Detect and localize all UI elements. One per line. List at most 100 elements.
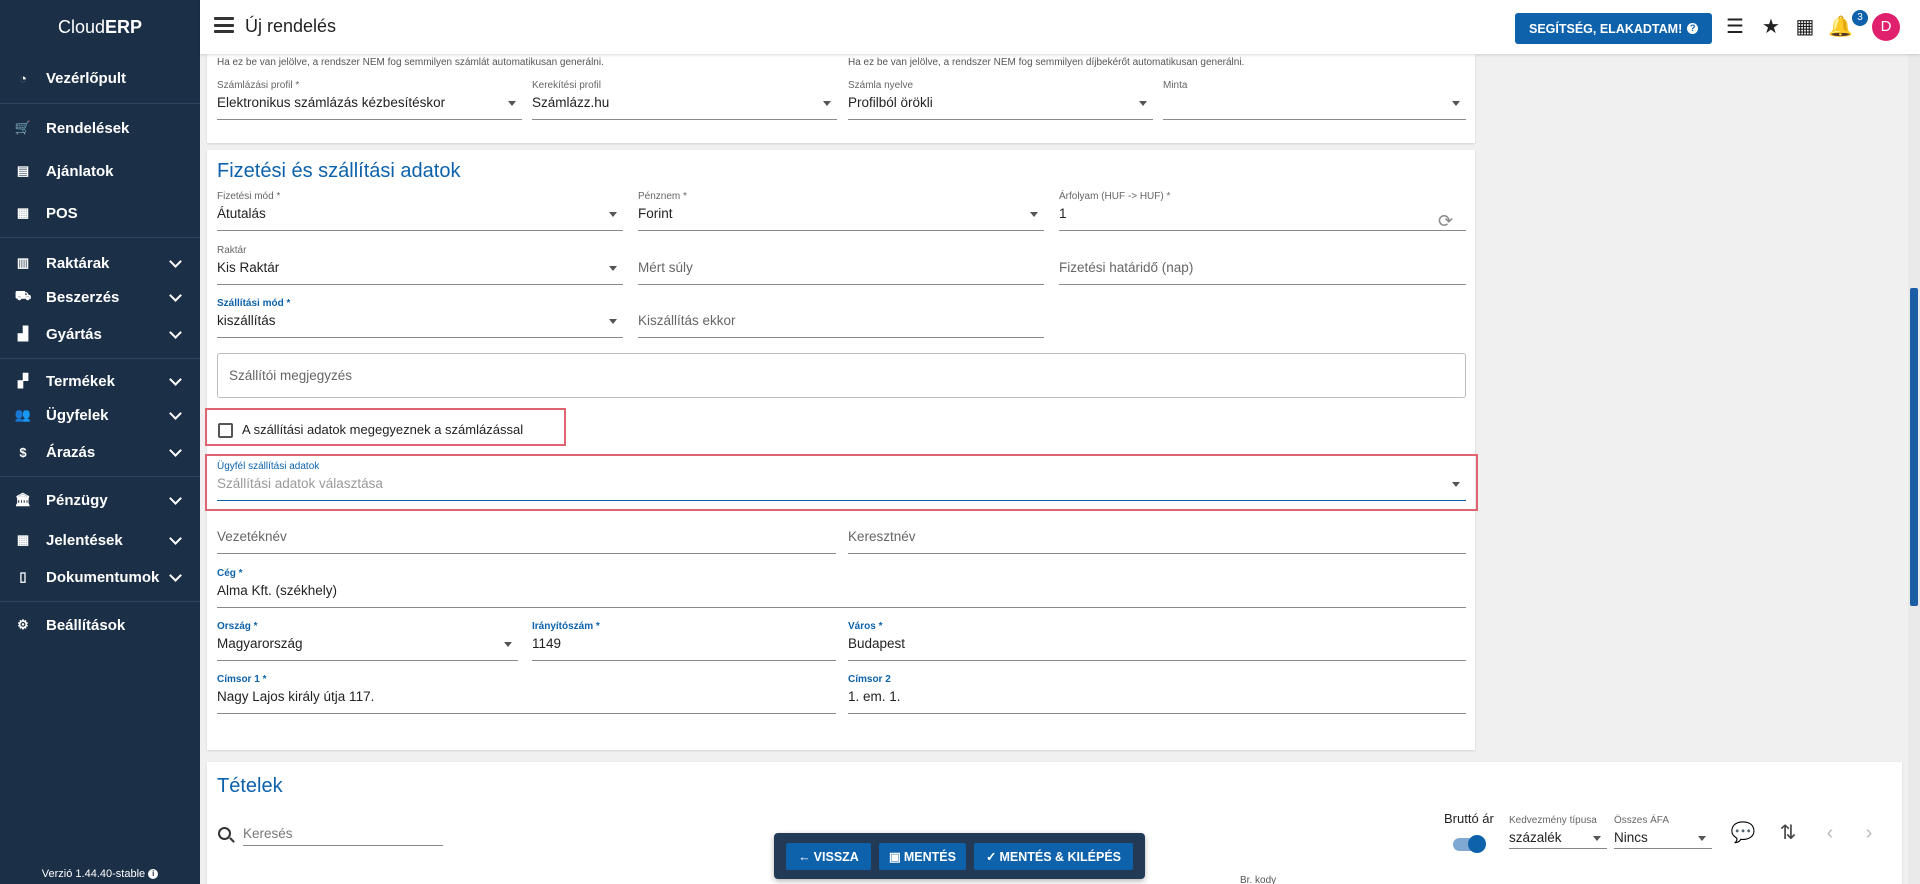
code-column-header: Br. kody (1240, 875, 1277, 884)
info-icon[interactable]: i (148, 869, 159, 880)
chevron-down-icon (169, 407, 182, 420)
dropdown-arrow-icon (609, 266, 617, 271)
currency-select[interactable]: Pénznem * Forint (638, 191, 1044, 231)
dropdown-arrow-icon (1452, 482, 1460, 487)
shipping-date-field[interactable]: Kiszállítás ekkor (638, 298, 1044, 338)
same-as-billing-checkbox[interactable] (218, 423, 233, 438)
billing-profile-select[interactable]: Számlázási profil * Elektronikus számlázá… (217, 80, 522, 120)
section-title-payment: Fizetési és szállítási adatok (217, 160, 461, 182)
rounding-profile-select[interactable]: Kerekítési profil Számlázz.hu (532, 80, 837, 120)
app-logo[interactable]: Cloud ERP (0, 0, 200, 54)
sidebar-item-pricing[interactable]: $ Árazás (0, 436, 200, 468)
star-icon[interactable]: ★ (1760, 16, 1782, 38)
same-as-billing-label: A szállítási adatok megegyeznek a számlá… (242, 422, 524, 437)
users-icon: 👥 (14, 407, 32, 422)
sidebar-item-products[interactable]: ▞ Termékek (0, 365, 200, 397)
pie-chart-icon: ◔ (19, 70, 27, 86)
shipping-note-textarea[interactable]: Szállítói megjegyzés (217, 353, 1466, 398)
chevron-down-icon (169, 373, 182, 386)
company-field[interactable]: Cég * Alma Kft. (székhely) (217, 568, 1466, 608)
city-field[interactable]: Város * Budapest (848, 621, 1466, 661)
question-icon: ? (1687, 23, 1699, 34)
warehouse-select[interactable]: Raktár Kis Raktár (217, 245, 623, 285)
gross-price-label: Bruttó ár (1444, 811, 1494, 826)
document-icon: ▤ (16, 163, 30, 178)
dropdown-arrow-icon (1698, 836, 1706, 841)
file-icon: ▯ (19, 569, 27, 584)
bell-icon[interactable]: 🔔 (1828, 16, 1853, 38)
dropdown-arrow-icon (1452, 101, 1460, 106)
customer-shipping-select[interactable]: Ügyfél szállítási adatok Szállítási adato… (217, 461, 1466, 501)
sidebar-item-documents[interactable]: ▯ Dokumentumok (0, 561, 200, 593)
scrollbar-thumb[interactable] (1910, 288, 1918, 606)
gear-icon: ⚙ (17, 617, 29, 632)
first-name-field[interactable]: Keresztnév (848, 514, 1466, 554)
address-line2-field[interactable]: Címsor 2 1. em. 1. (848, 674, 1466, 714)
back-button[interactable]: ← VISSZA (786, 843, 871, 870)
no-proforma-note: Ha ez be van jelölve, a rendszer NEM fog… (848, 57, 1245, 68)
total-vat-select[interactable]: Összes ÁFA Nincs (1614, 815, 1712, 849)
dropdown-arrow-icon (504, 642, 512, 647)
country-select[interactable]: Ország * Magyarország (217, 621, 518, 661)
sidebar-item-quotes[interactable]: ▤ Ajánlatok (0, 155, 200, 187)
section-title-items: Tételek (217, 775, 283, 797)
truck-icon: ⛟ (14, 288, 32, 303)
dropdown-arrow-icon (609, 319, 617, 324)
save-button[interactable]: ▣ MENTÉS (879, 843, 966, 870)
table-icon: ▦ (16, 532, 30, 547)
sidebar-item-customers[interactable]: 👥 Ügyfelek (0, 399, 200, 431)
exchange-rate-field[interactable]: Árfolyam (HUF -> HUF) * 1 (1059, 191, 1466, 231)
template-select[interactable]: Minta (1163, 80, 1466, 120)
discount-type-select[interactable]: Kedvezmény típusa százalék (1509, 815, 1607, 849)
measured-weight-field[interactable]: Mért súly (638, 245, 1044, 285)
dropdown-arrow-icon (1030, 212, 1038, 217)
sidebar-item-warehouses[interactable]: ▥ Raktárak (0, 247, 200, 279)
factory-icon: ▟ (18, 326, 28, 341)
no-invoice-note: Ha ez be van jelölve, a rendszer NEM fog… (217, 57, 604, 68)
version-label: Verzió 1.44.40-stable i (0, 868, 200, 880)
invoice-settings-card: Ha ez be van jelölve, a rendszer NEM fog… (207, 54, 1475, 143)
sidebar-item-orders[interactable]: 🛒 Rendelések (0, 112, 200, 144)
sidebar-item-purchasing[interactable]: ⛟ Beszerzés (0, 281, 200, 313)
check-icon: ✓ (985, 850, 997, 864)
save-exit-button[interactable]: ✓ MENTÉS & KILÉPÉS (974, 843, 1133, 870)
dollar-icon: $ (19, 444, 27, 460)
chevron-right-icon[interactable]: › (1856, 820, 1882, 846)
avatar[interactable]: D (1872, 13, 1900, 41)
boxes-icon: ▞ (18, 373, 28, 388)
sidebar-item-manufacturing[interactable]: ▟ Gyártás (0, 318, 200, 350)
refresh-icon[interactable]: ⟳ (1438, 211, 1453, 232)
chevron-left-icon[interactable]: ‹ (1817, 820, 1843, 846)
comment-icon[interactable]: 💬 (1730, 820, 1756, 846)
address-line1-field[interactable]: Címsor 1 * Nagy Lajos király útja 117. (217, 674, 836, 714)
last-name-field[interactable]: Vezetéknév (217, 514, 836, 554)
chevron-down-icon (169, 492, 182, 505)
chevron-down-icon (169, 444, 182, 457)
bank-icon: 🏛 (14, 492, 32, 507)
sidebar-item-pos[interactable]: ▦ POS (0, 197, 200, 229)
payment-deadline-field[interactable]: Fizetési határidő (nap) (1059, 245, 1466, 285)
payment-method-select[interactable]: Fizetési mód * Átutalás (217, 191, 623, 231)
dropdown-arrow-icon (1593, 836, 1601, 841)
sort-icon[interactable]: ⇅ (1775, 820, 1801, 846)
chevron-down-icon (169, 289, 182, 302)
sidebar-item-finance[interactable]: 🏛 Pénzügy (0, 484, 200, 516)
sidebar-item-dashboard[interactable]: ◔ Vezérlőpult (0, 62, 200, 94)
sidebar-item-reports[interactable]: ▦ Jelentések (0, 524, 200, 556)
invoice-language-select[interactable]: Számla nyelve Profilból örökli (848, 80, 1153, 120)
chevron-down-icon (169, 255, 182, 268)
gross-price-toggle[interactable] (1453, 835, 1486, 853)
items-search-input[interactable]: Keresés (243, 822, 443, 846)
top-bar: Új rendelés SEGÍTSÉG, ELAKADTAM!? ☰ ★ ▦ … (200, 0, 1920, 54)
checklist-icon[interactable]: ☰ (1724, 16, 1746, 38)
zip-field[interactable]: Irányítószám * 1149 (532, 621, 836, 661)
dropdown-arrow-icon (609, 212, 617, 217)
menu-icon[interactable] (214, 17, 234, 33)
help-button[interactable]: SEGÍTSÉG, ELAKADTAM!? (1515, 13, 1713, 44)
building-icon[interactable]: ▦ (1794, 16, 1816, 38)
shipping-method-select[interactable]: Szállítási mód * kiszállítás (217, 298, 623, 338)
search-icon (218, 827, 231, 840)
warehouse-icon: ▥ (16, 255, 30, 270)
sidebar-item-settings[interactable]: ⚙ Beállítások (0, 609, 200, 641)
dropdown-arrow-icon (508, 101, 516, 106)
